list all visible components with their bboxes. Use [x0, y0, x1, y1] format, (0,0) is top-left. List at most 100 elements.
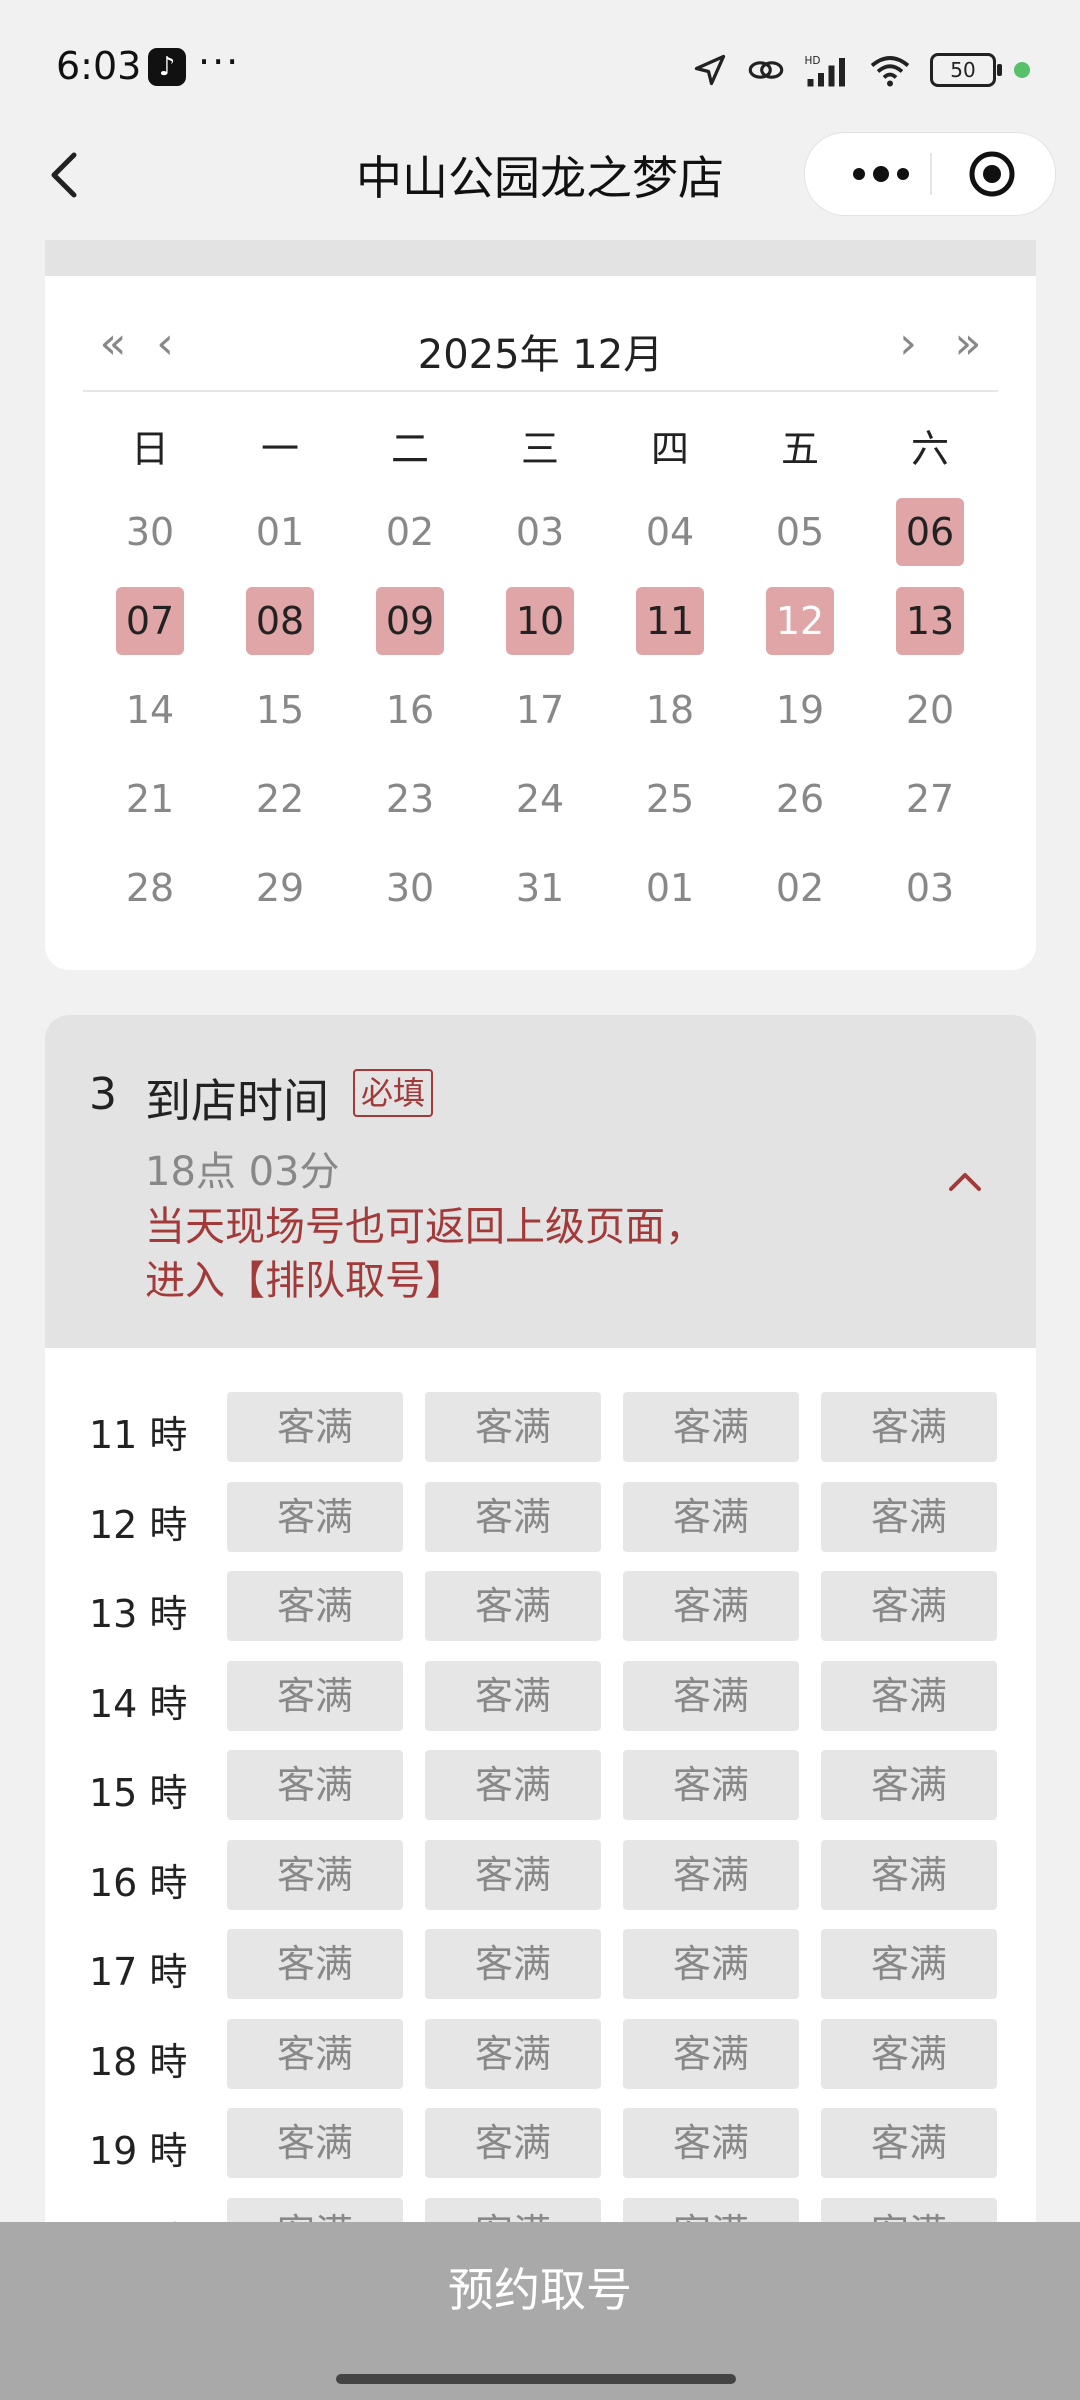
calendar-day-unavailable: 16 — [385, 688, 435, 732]
calendar-day-cell: 21 — [85, 765, 215, 854]
more-dots-icon — [853, 166, 909, 182]
calendar-week-row: 07 08 09 10 11 12 13 — [85, 587, 995, 676]
calendar-day-cell: 22 — [215, 765, 345, 854]
time-slot-full[interactable]: 客满 — [227, 1839, 403, 1910]
time-slot-full[interactable]: 客满 — [425, 2018, 601, 2089]
time-slot-full[interactable]: 客满 — [623, 1481, 799, 1552]
calendar-day-cell: 05 — [735, 498, 865, 587]
calendar-day-unavailable: 31 — [515, 866, 565, 910]
time-slot-full[interactable]: 客满 — [623, 1660, 799, 1731]
time-slot-full[interactable]: 客满 — [227, 1481, 403, 1552]
calendar-day-unavailable: 01 — [645, 866, 695, 910]
time-slot-full[interactable]: 客满 — [227, 1392, 403, 1462]
time-slot-full[interactable]: 客满 — [821, 1392, 997, 1462]
chevron-up-icon[interactable] — [945, 1165, 985, 1195]
walk-in-note-line-1: 当天现场号也可返回上级页面， — [145, 1204, 705, 1250]
time-slot-full[interactable]: 客满 — [425, 1929, 601, 1999]
calendar-day-cell: 02 — [345, 498, 475, 587]
time-slot-full[interactable]: 客满 — [623, 1929, 799, 1999]
calendar-day-available[interactable]: 07 — [116, 587, 184, 655]
time-slot-full[interactable]: 客满 — [425, 1571, 601, 1641]
calendar-day-cell: 25 — [605, 765, 735, 854]
calendar-day-cell: 19 — [735, 676, 865, 765]
calendar-day-unavailable: 30 — [125, 510, 175, 554]
previous-section-edge — [45, 240, 1036, 276]
calendar-day-unavailable: 20 — [905, 688, 955, 732]
time-slot-full[interactable]: 客满 — [623, 2108, 799, 2178]
arrival-time-section-header[interactable]: 3 到店时间 必填 18点 03分 当天现场号也可返回上级页面， 进入【排队取号… — [45, 1015, 1036, 1348]
time-slot-full[interactable]: 客满 — [227, 2018, 403, 2089]
status-bar: 6:03 ♪ ··· HD 50 — [0, 0, 1080, 130]
time-slot-full[interactable]: 客满 — [425, 1750, 601, 1820]
time-slot-full[interactable]: 客满 — [227, 1929, 403, 1999]
time-slot-full[interactable]: 客满 — [623, 1571, 799, 1641]
book-number-button[interactable]: 预约取号 — [0, 2222, 1080, 2356]
time-slot-full[interactable]: 客满 — [623, 1392, 799, 1462]
calendar-day-cell[interactable]: 11 — [605, 587, 735, 676]
calendar-day-unavailable: 04 — [645, 510, 695, 554]
calendar-day-cell[interactable]: 06 — [865, 498, 995, 587]
time-slot-full[interactable]: 客满 — [227, 1571, 403, 1641]
target-circle-icon — [969, 151, 1015, 197]
time-slot-full[interactable]: 客满 — [227, 1660, 403, 1731]
time-slot-full[interactable]: 客满 — [425, 1660, 601, 1731]
time-slot-full[interactable]: 客满 — [227, 1750, 403, 1820]
home-indicator[interactable] — [336, 2374, 736, 2384]
calendar-day-available[interactable]: 08 — [246, 587, 314, 655]
calendar-day-available[interactable]: 06 — [896, 498, 964, 566]
time-slot-full[interactable]: 客满 — [821, 2108, 997, 2178]
weekday-label: 日 — [130, 427, 169, 471]
close-miniapp-button[interactable] — [968, 150, 1016, 198]
calendar-day-unavailable: 02 — [775, 866, 825, 910]
time-slot-row: 14 時客满 客满 客满 客满 — [45, 1660, 1036, 1731]
calendar-day-unavailable: 29 — [255, 866, 305, 910]
time-slot-list: 11 時客满 客满 客满 客满 12 時客满 客满 客满 客满 13 時客满 客满 客满 客满 14 時… — [45, 1348, 1036, 2348]
calendar-day-unavailable: 14 — [125, 688, 175, 732]
time-slot-full[interactable]: 客满 — [623, 2018, 799, 2089]
time-slot-full[interactable]: 客满 — [821, 1929, 997, 1999]
time-slot-full[interactable]: 客满 — [425, 1481, 601, 1552]
calendar-day-cell[interactable]: 10 — [475, 587, 605, 676]
weekday-label: 一 — [260, 427, 299, 471]
calendar-day-cell[interactable]: 13 — [865, 587, 995, 676]
calendar-day-cell[interactable]: 12 — [735, 587, 865, 676]
time-slot-full[interactable]: 客满 — [425, 1839, 601, 1910]
svg-text:HD: HD — [805, 55, 821, 67]
miniapp-capsule — [804, 132, 1056, 216]
calendar-day-cell[interactable]: 09 — [345, 587, 475, 676]
time-slot-full[interactable]: 客满 — [821, 1481, 997, 1552]
calendar-day-cell: 14 — [85, 676, 215, 765]
calendar-day-available[interactable]: 10 — [506, 587, 574, 655]
calendar-day-selected[interactable]: 12 — [766, 587, 834, 655]
calendar-day-cell[interactable]: 07 — [85, 587, 215, 676]
calendar-day-cell[interactable]: 08 — [215, 587, 345, 676]
time-slot-full[interactable]: 客满 — [425, 1392, 601, 1462]
time-slot-full[interactable]: 客满 — [821, 1571, 997, 1641]
section-title: 到店时间 — [145, 1074, 329, 1128]
hour-label: 14 時 — [89, 1681, 188, 1726]
location-icon — [694, 54, 726, 86]
time-slot-full[interactable]: 客满 — [623, 1839, 799, 1910]
time-slot-full[interactable]: 客满 — [425, 2108, 601, 2178]
calendar-day-available[interactable]: 11 — [636, 587, 704, 655]
time-slot-full[interactable]: 客满 — [821, 2018, 997, 2089]
section-number: 3 — [89, 1069, 117, 1120]
time-slot-full[interactable]: 客满 — [821, 1839, 997, 1910]
time-slot-full[interactable]: 客满 — [821, 1750, 997, 1820]
calendar-day-available[interactable]: 13 — [896, 587, 964, 655]
more-menu-button[interactable] — [841, 161, 921, 187]
time-slot-full[interactable]: 客满 — [821, 1660, 997, 1731]
time-slot-full[interactable]: 客满 — [227, 2108, 403, 2178]
next-month-button[interactable]: › — [878, 318, 938, 369]
calendar-week-row: 14 15 16 17 18 19 20 — [85, 676, 995, 765]
hour-label: 13 時 — [89, 1592, 188, 1636]
time-slot-row: 19 時客满 客满 客满 客满 — [45, 2108, 1036, 2178]
calendar-day-available[interactable]: 09 — [376, 587, 444, 655]
calendar-day-cell: 03 — [475, 498, 605, 587]
weekday-label: 四 — [650, 427, 689, 471]
hour-label: 16 時 — [89, 1860, 188, 1905]
calendar-card: « ‹ 2025年 12月 › » 日 一 二 三 四 五 六 30 01 02 03 04 05 06… — [45, 276, 1036, 970]
time-slot-full[interactable]: 客满 — [623, 1750, 799, 1820]
next-year-button[interactable]: » — [938, 318, 998, 369]
weekday-header: 日一二三四五六 — [85, 418, 995, 473]
